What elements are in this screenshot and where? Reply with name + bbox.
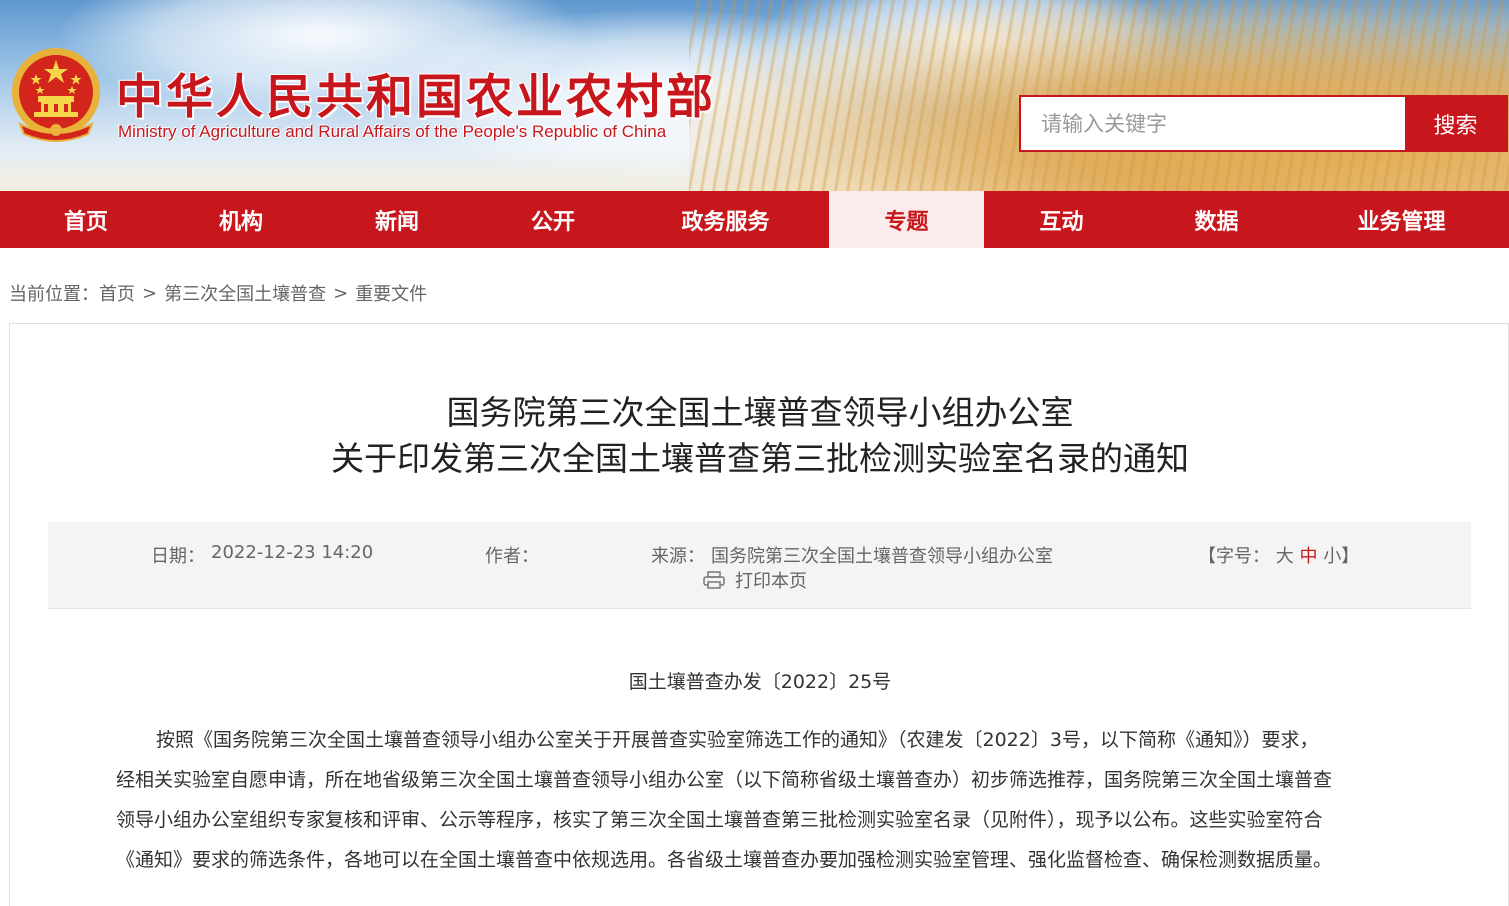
site-subtitle: Ministry of Agriculture and Rural Affair… <box>118 122 667 141</box>
site-title: 中华人民共和国农业农村部 <box>116 70 716 125</box>
font-size-label: 【字号： <box>1198 546 1270 567</box>
nav-item-organization[interactable]: 机构 <box>172 191 310 248</box>
breadcrumb-important-docs[interactable]: 重要文件 <box>355 280 427 306</box>
body-line-1: 按照《国务院第三次全国土壤普查领导小组办公室关于开展普查实验室筛选工作的通知》（… <box>156 729 1319 751</box>
article-title-line-2: 关于印发第三次全国土壤普查第三批检测实验室名录的通知 <box>331 439 1189 478</box>
font-size-label-end: 】 <box>1341 546 1360 567</box>
nav-item-topics[interactable]: 专题 <box>829 191 984 248</box>
font-size-small-button[interactable]: 小 <box>1323 546 1341 567</box>
breadcrumb-home[interactable]: 首页 <box>99 280 135 306</box>
date-label: 日期： <box>151 546 205 567</box>
print-page-link[interactable]: 打印本页 <box>703 567 807 593</box>
font-size-control: 【字号： 大 中 小】 <box>1198 542 1359 568</box>
body-line-2: 经相关实验室自愿申请，所在地省级第三次全国土壤普查领导小组办公室（以下简称省级土… <box>116 769 1333 791</box>
nav-item-business-management[interactable]: 业务管理 <box>1294 191 1509 248</box>
nav-item-gov-services[interactable]: 政务服务 <box>622 191 829 248</box>
main-nav: 首页 机构 新闻 公开 政务服务 专题 互动 数据 业务管理 <box>0 191 1509 248</box>
search-button[interactable]: 搜索 <box>1405 97 1506 150</box>
national-emblem-icon <box>12 48 100 142</box>
article-title-line-1: 国务院第三次全国土壤普查领导小组办公室 <box>446 393 1074 432</box>
breadcrumb-prefix: 当前位置： <box>9 284 99 305</box>
print-page-label: 打印本页 <box>735 571 807 592</box>
breadcrumb: 当前位置： 首页 > 第三次全国土壤普查 > 重要文件 <box>9 280 427 306</box>
author-label: 作者： <box>485 546 539 567</box>
font-size-large-button[interactable]: 大 <box>1276 546 1294 567</box>
breadcrumb-soil-census[interactable]: 第三次全国土壤普查 <box>164 280 326 306</box>
header-banner: 中华人民共和国农业农村部 Ministry of Agriculture and… <box>0 0 1509 191</box>
source-label: 来源： <box>651 546 705 567</box>
nav-item-news[interactable]: 新闻 <box>310 191 484 248</box>
body-line-3: 领导小组办公室组织专家复核和评审、公示等程序，核实了第三次全国土壤普查第三批检测… <box>116 809 1323 831</box>
search-box: 搜索 <box>1019 95 1508 152</box>
nav-item-interaction[interactable]: 互动 <box>984 191 1139 248</box>
body-line-4: 《通知》要求的筛选条件，各地可以在全国土壤普查中依规选用。各省级土壤普查办要加强… <box>116 849 1333 871</box>
breadcrumb-separator: > <box>142 282 158 304</box>
font-size-medium-button[interactable]: 中 <box>1299 546 1317 567</box>
printer-icon <box>703 571 725 589</box>
nav-item-public[interactable]: 公开 <box>484 191 622 248</box>
nav-item-data[interactable]: 数据 <box>1139 191 1294 248</box>
article-meta-bar: 日期： 2022-12-23 14:20 作者： 来源： 国务院第三次全国土壤普… <box>48 522 1471 609</box>
document-number: 国土壤普查办发〔2022〕25号 <box>628 671 892 693</box>
article-body: 按照《国务院第三次全国土壤普查领导小组办公室关于开展普查实验室筛选工作的通知》（… <box>116 720 1416 880</box>
breadcrumb-separator: > <box>333 282 349 304</box>
search-input[interactable] <box>1021 97 1407 150</box>
nav-item-home[interactable]: 首页 <box>0 191 172 248</box>
source-value: 国务院第三次全国土壤普查领导小组办公室 <box>711 546 1053 567</box>
date-value: 2022-12-23 14:20 <box>211 542 374 563</box>
article-panel: 国务院第三次全国土壤普查领导小组办公室 关于印发第三次全国土壤普查第三批检测实验… <box>9 323 1509 906</box>
